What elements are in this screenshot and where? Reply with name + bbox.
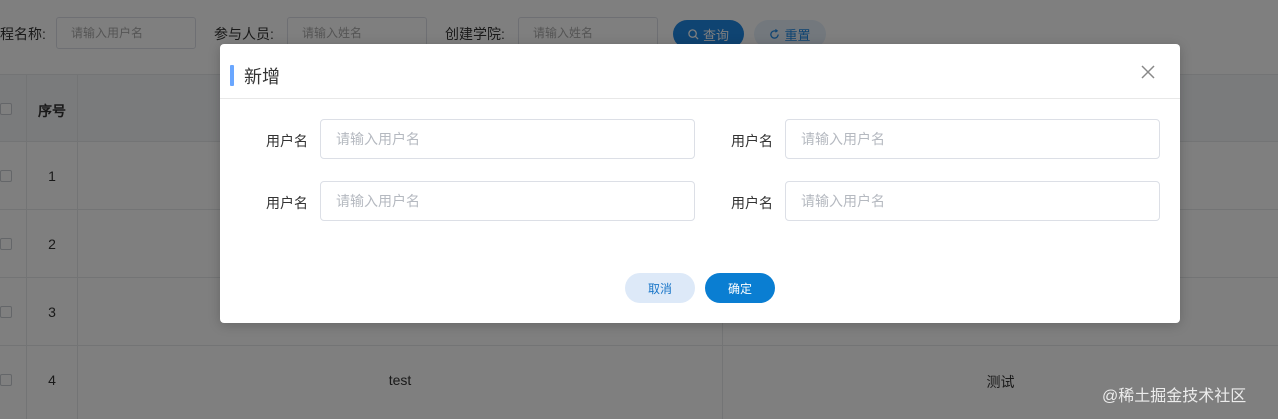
cancel-button[interactable]: 取消 <box>625 273 695 303</box>
username-label: 用户名 <box>266 195 308 211</box>
username-label: 用户名 <box>266 133 308 149</box>
watermark: @稀土掘金技术社区 <box>1102 388 1247 405</box>
username-input[interactable] <box>785 181 1160 221</box>
dialog-header: 新增 <box>220 44 1180 99</box>
username-input[interactable] <box>320 119 695 159</box>
close-icon[interactable] <box>1140 64 1156 80</box>
username-input[interactable] <box>785 119 1160 159</box>
username-label: 用户名 <box>731 195 773 211</box>
title-accent-bar <box>230 65 234 86</box>
dialog-title: 新增 <box>244 67 280 87</box>
add-dialog: 新增 用户名 用户名 用户名 用户名 取消 确定 <box>220 44 1180 323</box>
confirm-button[interactable]: 确定 <box>705 273 775 303</box>
username-label: 用户名 <box>731 133 773 149</box>
username-input[interactable] <box>320 181 695 221</box>
